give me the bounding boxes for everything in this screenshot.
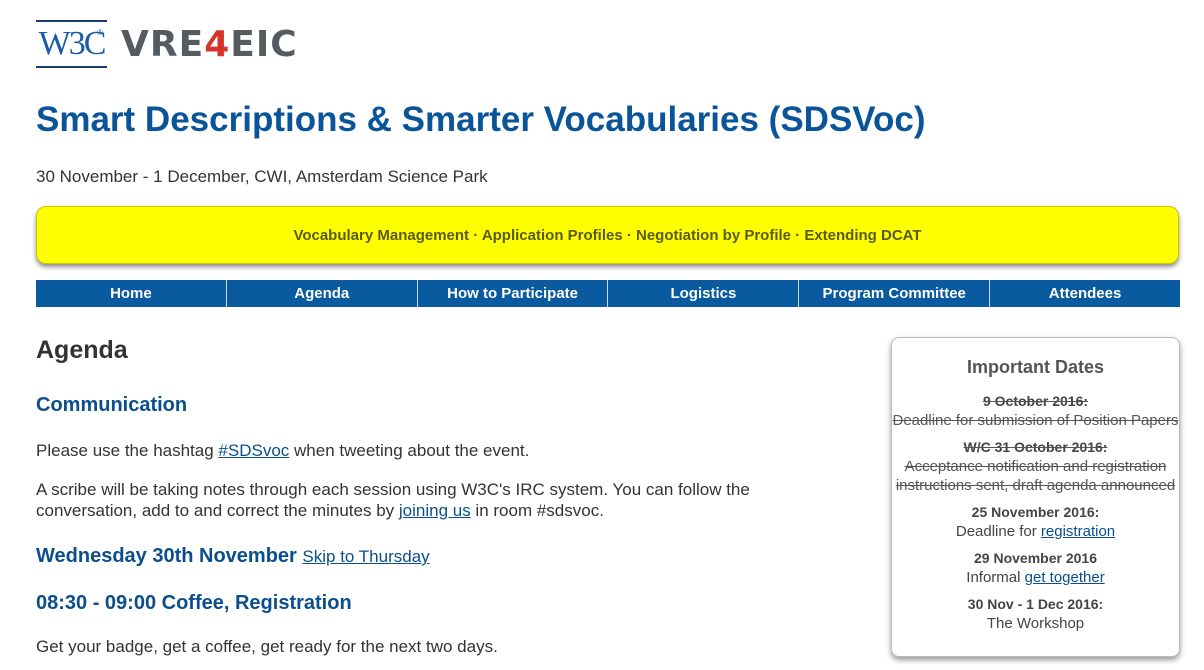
registered-mark: ® [96, 28, 103, 37]
date-item: 29 November 2016 Informal get together [892, 549, 1179, 587]
logo-bar: W3C ® VRE4EIC [36, 18, 298, 70]
nav-attendees[interactable]: Attendees [990, 280, 1180, 307]
date-description-text: Deadline for [955, 523, 1041, 540]
nav-program-committee[interactable]: Program Committee [799, 280, 991, 307]
vre4eic-logo-part: VRE [121, 23, 205, 65]
date-item: 9 October 2016: Deadline for submission … [892, 392, 1179, 430]
page-title: Smart Descriptions & Smarter Vocabularie… [36, 100, 926, 139]
section-heading-agenda: Agenda [36, 336, 128, 364]
topics-banner: Vocabulary Management · Application Prof… [36, 206, 1179, 264]
date-description-text: Informal [966, 569, 1025, 586]
event-subtitle: 30 November - 1 December, CWI, Amsterdam… [36, 167, 488, 186]
joining-us-link[interactable]: joining us [399, 501, 471, 520]
date-label: 25 November 2016: [971, 504, 1100, 520]
coffee-registration-heading: 08:30 - 09:00 Coffee, Registration [36, 592, 352, 614]
nav-home[interactable]: Home [36, 280, 227, 307]
get-together-link[interactable]: get together [1025, 569, 1105, 586]
date-item: 25 November 2016: Deadline for registrat… [892, 503, 1179, 541]
date-item: 30 Nov - 1 Dec 2016: The Workshop [892, 595, 1179, 633]
nav-agenda[interactable]: Agenda [226, 280, 418, 307]
wednesday-heading-text: Wednesday 30th November [36, 545, 297, 567]
communication-heading: Communication [36, 394, 188, 416]
date-description: The Workshop [986, 615, 1085, 632]
hashtag-paragraph: Please use the hashtag #SDSvoc when twee… [36, 440, 826, 461]
w3c-logo-text: W3C [38, 25, 107, 62]
scribe-text: in room #sdsvoc. [470, 501, 604, 520]
hashtag-text: when tweeting about the event. [289, 441, 530, 460]
main-nav: Home Agenda How to Participate Logistics… [36, 280, 1180, 307]
registration-link[interactable]: registration [1041, 523, 1115, 540]
date-item: W/C 31 October 2016: Acceptance notifica… [892, 438, 1179, 495]
date-label: W/C 31 October 2016: [963, 439, 1108, 455]
vre4eic-logo[interactable]: VRE4EIC [121, 24, 298, 65]
wednesday-heading: Wednesday 30th November Skip to Thursday [36, 545, 430, 568]
important-dates-box: Important Dates 9 October 2016: Deadline… [891, 337, 1180, 657]
vre4eic-logo-part: EIC [230, 23, 298, 65]
date-description: Deadline for registration [892, 522, 1179, 541]
date-description: Deadline for submission of Position Pape… [892, 412, 1179, 429]
date-description: Acceptance notification and registration… [895, 458, 1176, 494]
scribe-text: A scribe will be taking notes through ea… [36, 480, 750, 520]
nav-how-to-participate[interactable]: How to Participate [417, 280, 609, 307]
important-dates-heading: Important Dates [966, 357, 1105, 377]
hashtag-text: Please use the hashtag [36, 441, 219, 460]
vre4eic-logo-four: 4 [204, 23, 231, 65]
hashtag-link[interactable]: #SDSvoc [218, 441, 289, 460]
nav-logistics[interactable]: Logistics [608, 280, 800, 307]
coffee-paragraph: Get your badge, get a coffee, get ready … [36, 637, 498, 656]
w3c-logo[interactable]: W3C ® [36, 20, 107, 68]
date-label: 29 November 2016 [974, 550, 1097, 566]
scribe-paragraph: A scribe will be taking notes through ea… [36, 479, 826, 521]
date-description: Informal get together [892, 568, 1179, 587]
date-label: 9 October 2016: [982, 393, 1089, 409]
main-content: Agenda Communication Please use the hash… [36, 336, 836, 656]
skip-to-thursday-link[interactable]: Skip to Thursday [302, 547, 429, 566]
date-label: 30 Nov - 1 Dec 2016: [967, 596, 1104, 612]
